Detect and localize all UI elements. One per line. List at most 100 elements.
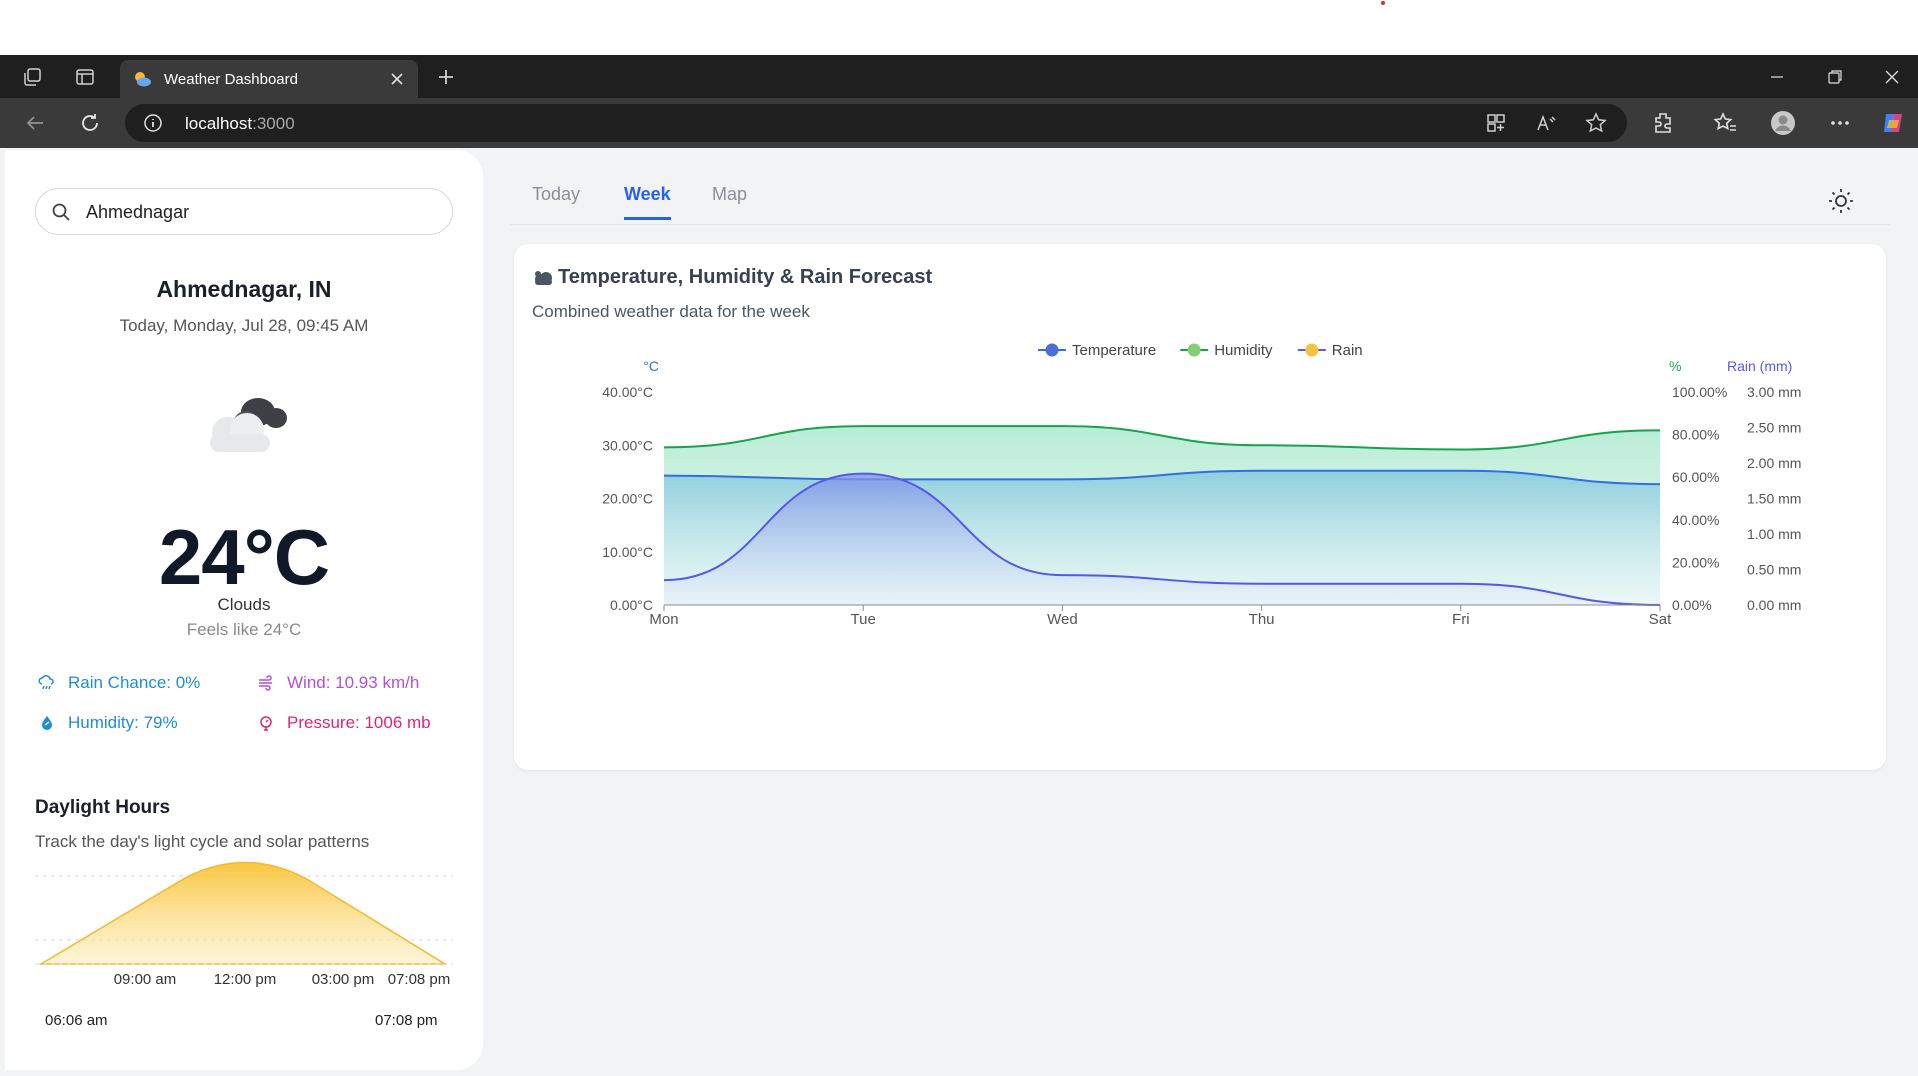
legend-label-temperature: Temperature	[1072, 342, 1156, 359]
left-axis-label: °C	[643, 358, 659, 374]
new-tab-icon[interactable]	[425, 55, 467, 98]
page-viewport: Ahmednagar, IN Today, Monday, Jul 28, 09…	[0, 148, 1918, 1076]
daylight-sun-curve	[38, 861, 448, 965]
legend-label-humidity: Humidity	[1214, 342, 1273, 359]
tab-week[interactable]: Week	[624, 184, 671, 220]
url-text[interactable]: localhost:3000	[185, 114, 295, 134]
wind-text: Wind: 10.93 km/h	[287, 673, 420, 692]
close-window-icon[interactable]	[1863, 55, 1918, 98]
tab-title: Weather Dashboard	[164, 70, 298, 88]
humidity-text: Humidity: 79%	[68, 713, 178, 732]
site-info-icon[interactable]	[143, 113, 163, 133]
tab-map[interactable]: Map	[712, 184, 747, 217]
humidity-stat: Humidity: 79%	[38, 713, 178, 733]
right-axis-tick: 60.00%	[1672, 469, 1719, 485]
legend-dot-temperature	[1045, 343, 1059, 357]
rain-icon	[38, 675, 54, 690]
restore-icon[interactable]	[1806, 55, 1864, 98]
browser-tab-bar: Weather Dashboard	[0, 55, 1918, 98]
legend-dot-humidity	[1187, 343, 1201, 357]
sunrise-time: 06:06 am	[45, 1012, 108, 1029]
back-icon[interactable]	[12, 98, 58, 148]
temperature-value: 24°C	[158, 513, 330, 601]
pressure-text: Pressure: 1006 mb	[287, 713, 431, 732]
current-date: Today, Monday, Jul 28, 09:45 AM	[119, 316, 369, 335]
workspaces-icon[interactable]	[11, 55, 53, 98]
pressure-stat: Pressure: 1006 mb	[257, 713, 431, 733]
search-box[interactable]	[35, 188, 453, 235]
search-icon	[52, 203, 70, 221]
rain-axis-tick: 0.50 mm	[1747, 562, 1801, 578]
sunset-time: 07:08 pm	[375, 1012, 438, 1029]
city-name: Ahmednagar, IN	[156, 276, 332, 302]
rain-axis-tick: 1.00 mm	[1747, 526, 1801, 542]
right-axis-tick: 100.00%	[1672, 384, 1727, 400]
url-host: localhost	[185, 114, 253, 133]
browser-address-bar: localhost:3000	[0, 98, 1918, 148]
wind-stat: Wind: 10.93 km/h	[257, 673, 419, 693]
wind-icon	[259, 675, 272, 691]
rain-chance-stat: Rain Chance: 0%	[38, 673, 200, 693]
read-aloud-icon[interactable]	[1535, 112, 1557, 134]
humidity-drop-icon	[42, 716, 52, 730]
rain-axis-tick: 2.00 mm	[1747, 455, 1801, 471]
rain-axis-tick: 1.50 mm	[1747, 491, 1801, 507]
legend-dot-rain	[1305, 343, 1319, 357]
x-tick-label: Fri	[1452, 611, 1470, 628]
close-tab-icon[interactable]	[388, 70, 406, 88]
browser-tab-active[interactable]: Weather Dashboard	[120, 60, 418, 98]
daylight-tick: 09:00 am	[114, 971, 177, 988]
daylight-tick: 12:00 pm	[214, 971, 277, 988]
app-available-icon[interactable]	[1485, 112, 1507, 134]
omnibox[interactable]: localhost:3000	[125, 104, 1627, 142]
right-axis-tick: 0.00%	[1672, 597, 1712, 613]
screen-top-strip	[0, 0, 1918, 55]
weather-favicon-icon	[135, 72, 151, 87]
cursor-dot	[1381, 1, 1385, 5]
left-axis-tick: 40.00°C	[602, 384, 653, 400]
forecast-chart: Mon Tue Wed Thu Fri Sat 40.00°C 30.00°C 20.00°C 1…	[602, 342, 1801, 628]
more-menu-icon[interactable]	[1827, 110, 1853, 136]
rain-chance-text: Rain Chance: 0%	[68, 673, 201, 692]
sidebar: Ahmednagar, IN Today, Monday, Jul 28, 09…	[5, 150, 483, 1070]
tab-today[interactable]: Today	[532, 184, 580, 217]
view-tabs: Today Week Map	[510, 148, 1890, 225]
tab-actions-icon[interactable]	[64, 55, 106, 98]
right-axis-tick: 80.00%	[1672, 427, 1719, 443]
daylight-chart: 09:00 am 12:00 pm 03:00 pm 07:08 pm	[35, 861, 453, 988]
left-axis-tick: 20.00°C	[602, 491, 653, 507]
left-axis-tick: 10.00°C	[602, 544, 653, 560]
extensions-icon[interactable]	[1650, 110, 1676, 136]
feels-like: Feels like 24°C	[186, 620, 302, 639]
rain-axis-tick: 0.00 mm	[1747, 597, 1801, 613]
copilot-icon[interactable]	[1880, 110, 1906, 136]
right-axis-tick: 40.00%	[1672, 512, 1719, 528]
refresh-icon[interactable]	[67, 98, 113, 148]
url-port: :3000	[252, 114, 295, 133]
rain-axis-tick: 2.50 mm	[1747, 420, 1801, 436]
x-tick-label: Wed	[1047, 611, 1078, 628]
favorites-icon[interactable]	[1712, 110, 1738, 136]
daylight-subtitle: Track the day's light cycle and solar pa…	[35, 832, 370, 851]
x-tick-label: Mon	[649, 611, 678, 628]
search-input[interactable]	[86, 199, 436, 225]
daylight-title: Daylight Hours	[35, 797, 171, 818]
weather-condition: Clouds	[217, 595, 271, 614]
rain-axis-tick: 3.00 mm	[1747, 384, 1801, 400]
clouds-icon	[210, 398, 287, 452]
x-tick-label: Thu	[1249, 611, 1275, 628]
forecast-card: Temperature, Humidity & Rain Forecast Co…	[514, 244, 1886, 770]
favorite-star-icon[interactable]	[1585, 112, 1607, 134]
daylight-tick: 03:00 pm	[312, 971, 375, 988]
pressure-gauge-icon	[260, 716, 272, 731]
profile-avatar-icon[interactable]	[1770, 110, 1796, 136]
right-axis-label: %	[1669, 358, 1681, 374]
left-axis-tick: 0.00°C	[610, 597, 653, 613]
x-tick-label: Tue	[851, 611, 876, 628]
legend-label-rain: Rain	[1332, 342, 1363, 359]
minimize-icon[interactable]	[1748, 55, 1806, 98]
theme-toggle-sun-icon[interactable]	[1826, 186, 1856, 216]
rain-axis-label: Rain (mm)	[1727, 358, 1792, 374]
left-axis-tick: 30.00°C	[602, 437, 653, 453]
daylight-tick: 07:08 pm	[388, 971, 451, 988]
